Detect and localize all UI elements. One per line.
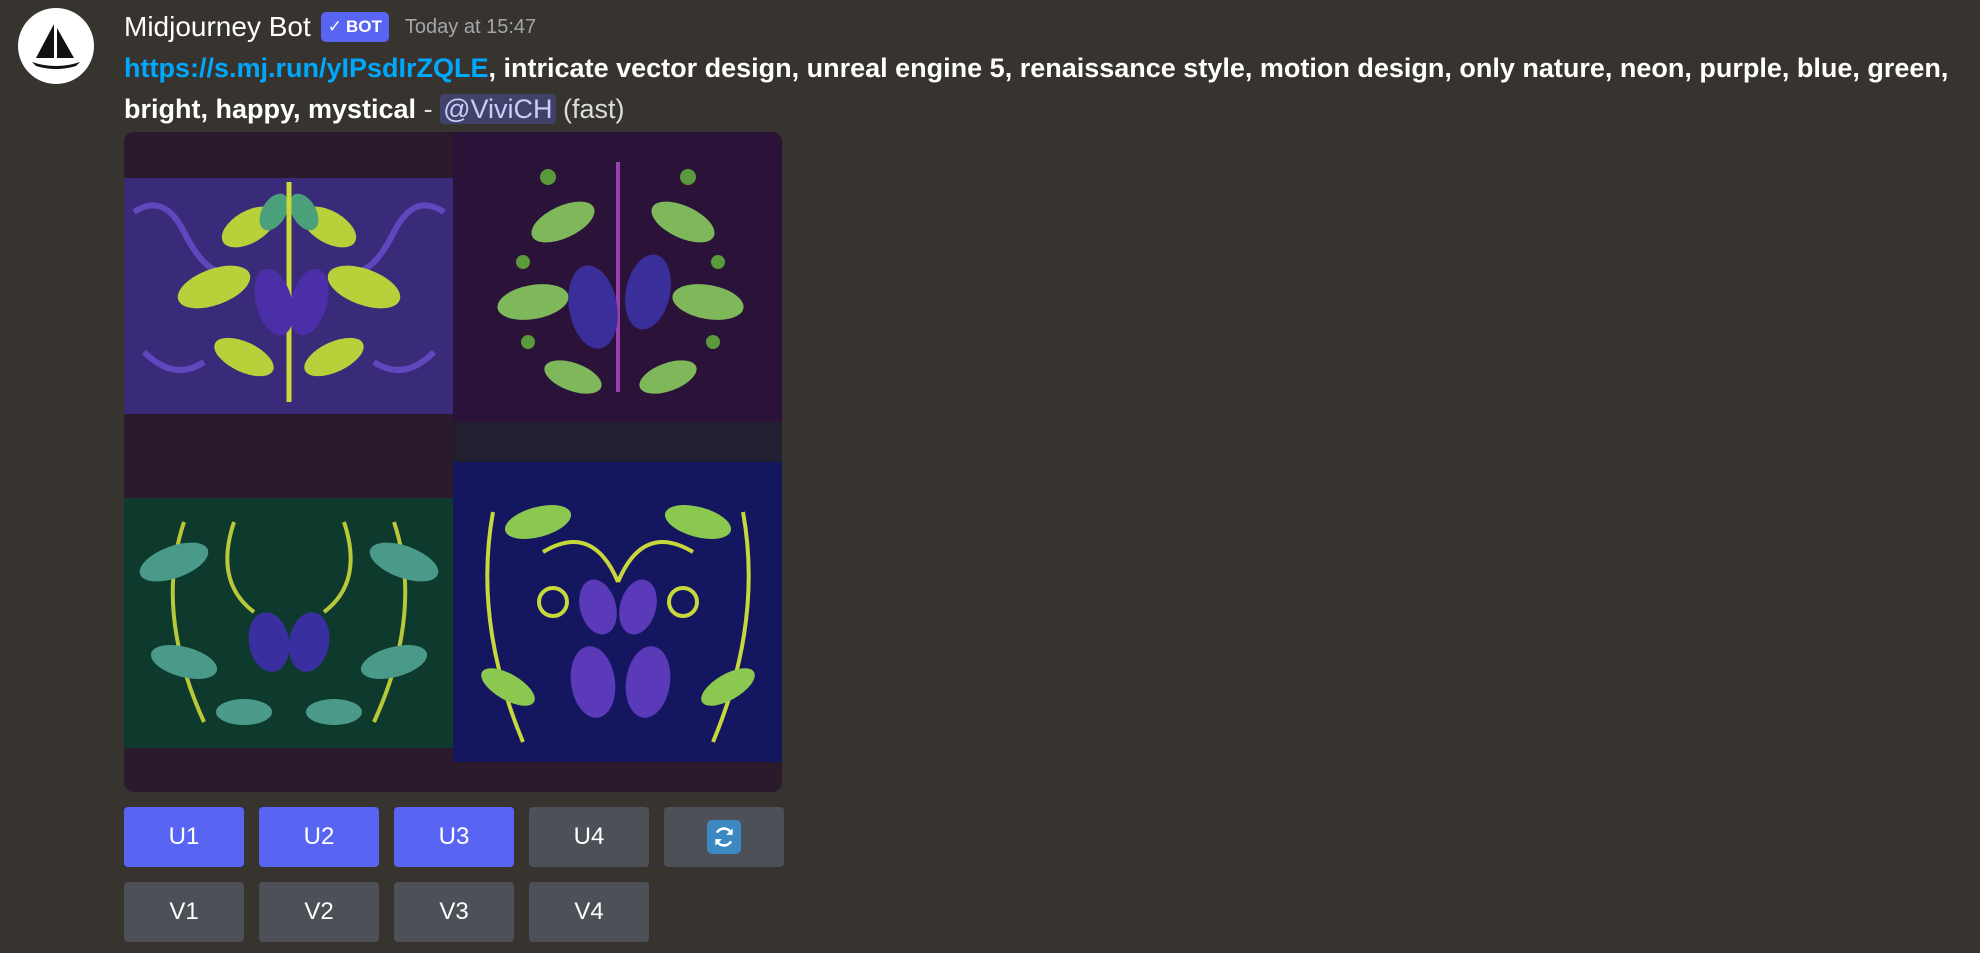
message-content: https://s.mj.run/yIPsdIrZQLE, intricate … bbox=[124, 48, 1954, 130]
image-tile-4[interactable] bbox=[453, 462, 782, 792]
sailboat-icon bbox=[32, 24, 80, 69]
bot-avatar[interactable] bbox=[18, 8, 94, 84]
user-mention[interactable]: @ViviCH bbox=[440, 94, 556, 124]
image-grid[interactable] bbox=[124, 132, 782, 792]
upscale-button-4[interactable]: U4 bbox=[529, 807, 649, 867]
refresh-icon bbox=[707, 820, 741, 854]
upscale-button-1[interactable]: U1 bbox=[124, 807, 244, 867]
variation-button-4[interactable]: V4 bbox=[529, 882, 649, 942]
reroll-button[interactable] bbox=[664, 807, 784, 867]
image-tile-2[interactable] bbox=[453, 132, 782, 462]
image-tile-1[interactable] bbox=[124, 132, 453, 462]
speed-label: (fast) bbox=[555, 94, 625, 124]
plant-artwork-3-icon bbox=[124, 462, 453, 792]
image-tile-3[interactable] bbox=[124, 462, 453, 792]
upscale-button-2[interactable]: U2 bbox=[259, 807, 379, 867]
variation-button-1[interactable]: V1 bbox=[124, 882, 244, 942]
chat-message: Midjourney Bot ✓ BOT Today at 15:47 http… bbox=[0, 0, 1980, 953]
variation-button-3[interactable]: V3 bbox=[394, 882, 514, 942]
upscale-button-row: U1 U2 U3 U4 bbox=[124, 807, 784, 867]
bot-badge: ✓ BOT bbox=[320, 12, 389, 42]
upscale-button-3[interactable]: U3 bbox=[394, 807, 514, 867]
prompt-link[interactable]: https://s.mj.run/yIPsdIrZQLE bbox=[124, 53, 489, 83]
plant-artwork-4-icon bbox=[453, 462, 782, 792]
message-header: Midjourney Bot ✓ BOT Today at 15:47 bbox=[124, 8, 536, 46]
variation-button-2[interactable]: V2 bbox=[259, 882, 379, 942]
bot-badge-label: BOT bbox=[346, 17, 382, 36]
variation-button-row: V1 V2 V3 V4 bbox=[124, 882, 649, 942]
verified-check-icon: ✓ bbox=[327, 17, 343, 36]
author-name[interactable]: Midjourney Bot bbox=[124, 11, 311, 43]
message-timestamp[interactable]: Today at 15:47 bbox=[405, 16, 536, 39]
plant-artwork-2-icon bbox=[453, 132, 782, 462]
separator-text: - bbox=[416, 94, 441, 124]
plant-artwork-1-icon bbox=[124, 132, 453, 462]
